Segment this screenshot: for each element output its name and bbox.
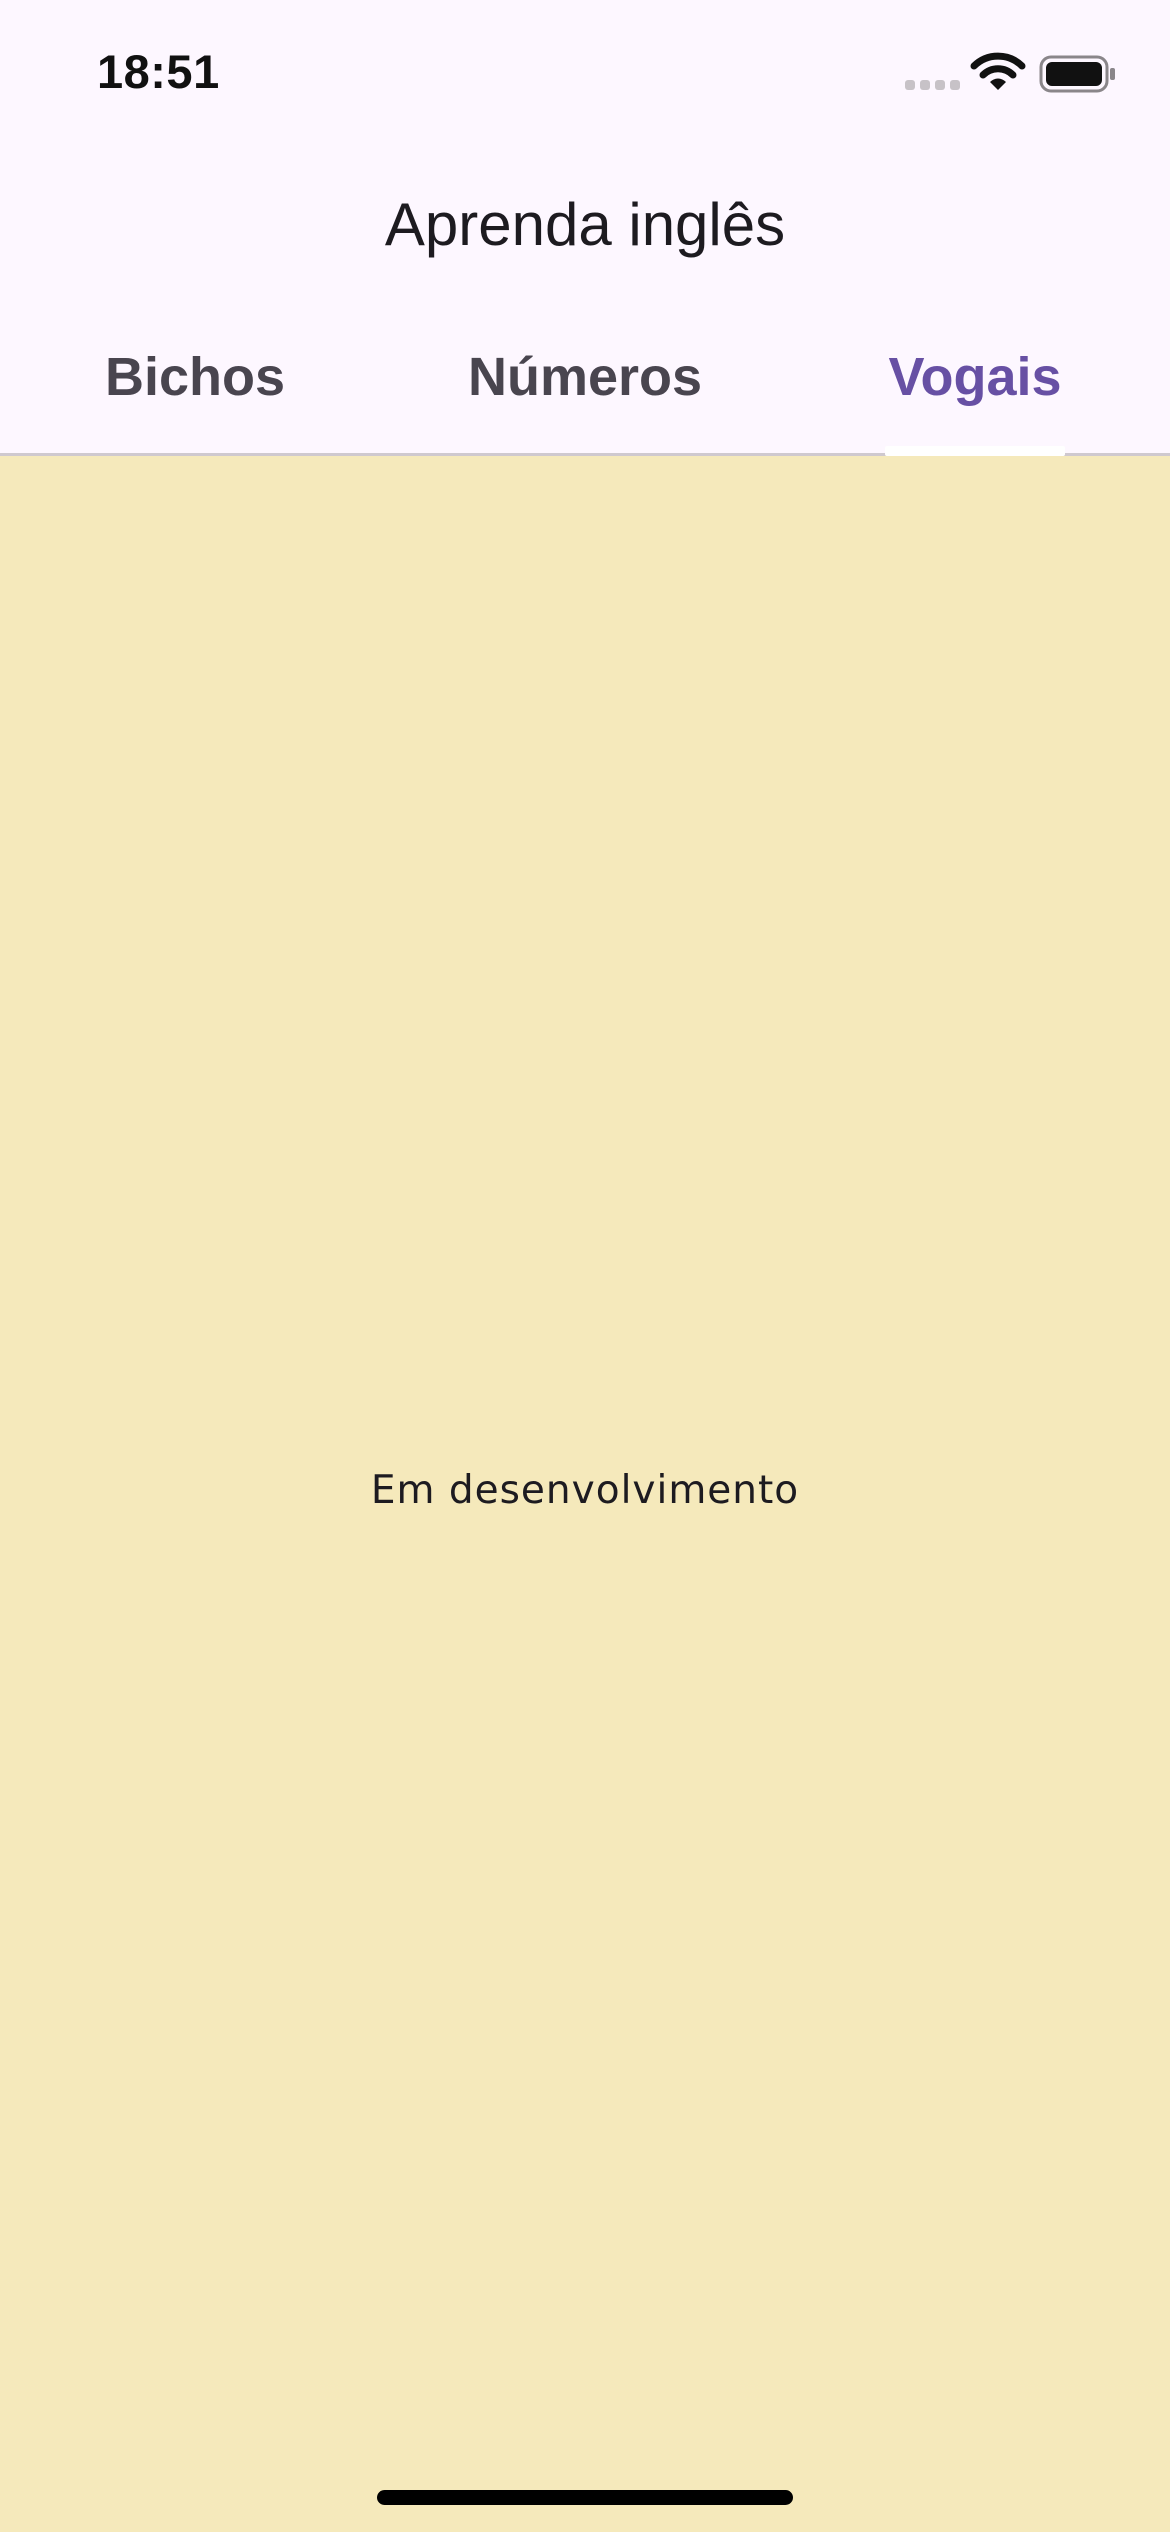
app-header: 18:51 Aprenda inglês Bichos Números Voga… [0, 0, 1170, 456]
wifi-icon [970, 52, 1026, 90]
tab-label: Bichos [104, 347, 286, 407]
battery-icon [1039, 55, 1115, 93]
tab-label: Vogais [888, 347, 1062, 407]
home-indicator[interactable] [377, 2490, 793, 2505]
page-title: Aprenda inglês [384, 191, 786, 258]
tab-bichos[interactable]: Bichos [0, 320, 390, 456]
tab-selection-indicator [885, 446, 1065, 456]
tab-numeros[interactable]: Números [390, 320, 780, 456]
tab-vogais[interactable]: Vogais [780, 320, 1170, 456]
status-time: 18:51 [97, 45, 220, 98]
placeholder-message: Em desenvolvimento [370, 1468, 800, 1513]
app-screen: 18:51 Aprenda inglês Bichos Números Voga… [0, 0, 1170, 2532]
tab-label: Números [467, 347, 703, 407]
cellular-signal-icon [905, 80, 960, 90]
